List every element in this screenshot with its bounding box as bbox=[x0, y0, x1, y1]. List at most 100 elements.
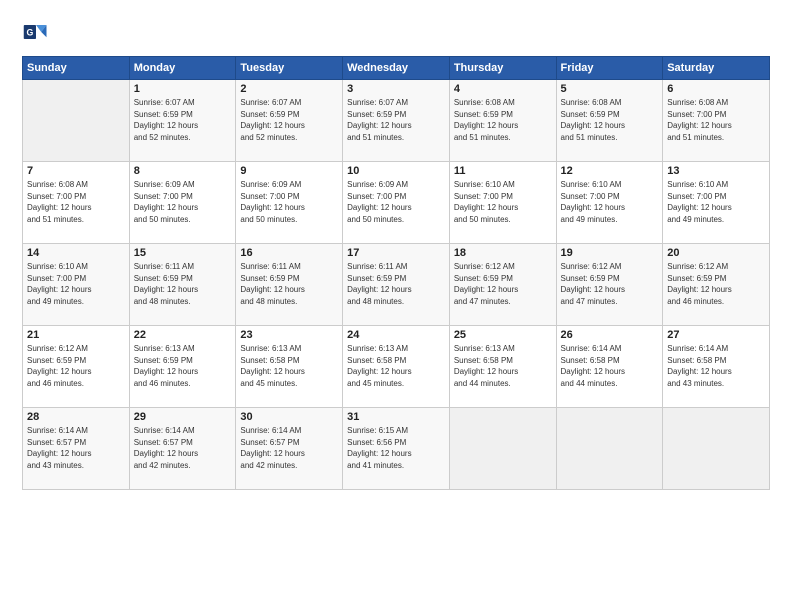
day-info: Sunrise: 6:13 AMSunset: 6:58 PMDaylight:… bbox=[454, 343, 552, 389]
day-number: 7 bbox=[27, 165, 125, 177]
day-number: 28 bbox=[27, 411, 125, 423]
weekday-header-thursday: Thursday bbox=[449, 57, 556, 80]
day-info: Sunrise: 6:11 AMSunset: 6:59 PMDaylight:… bbox=[240, 261, 338, 307]
calendar-cell: 12 Sunrise: 6:10 AMSunset: 7:00 PMDayligh… bbox=[556, 162, 663, 244]
day-number: 17 bbox=[347, 247, 445, 259]
calendar-cell: 14 Sunrise: 6:10 AMSunset: 7:00 PMDayligh… bbox=[23, 244, 130, 326]
day-info: Sunrise: 6:09 AMSunset: 7:00 PMDaylight:… bbox=[134, 179, 232, 225]
calendar-cell: 9 Sunrise: 6:09 AMSunset: 7:00 PMDaylight… bbox=[236, 162, 343, 244]
weekday-header-friday: Friday bbox=[556, 57, 663, 80]
svg-text:G: G bbox=[26, 28, 33, 38]
day-info: Sunrise: 6:10 AMSunset: 7:00 PMDaylight:… bbox=[454, 179, 552, 225]
day-info: Sunrise: 6:08 AMSunset: 6:59 PMDaylight:… bbox=[561, 97, 659, 143]
calendar-cell: 15Sunrise: 6:11 AMSunset: 6:59 PMDayligh… bbox=[129, 244, 236, 326]
day-number: 6 bbox=[667, 83, 765, 95]
calendar-cell bbox=[663, 408, 770, 490]
day-info: Sunrise: 6:09 AMSunset: 7:00 PMDaylight:… bbox=[347, 179, 445, 225]
day-info: Sunrise: 6:13 AMSunset: 6:58 PMDaylight:… bbox=[347, 343, 445, 389]
day-number: 22 bbox=[134, 329, 232, 341]
day-number: 30 bbox=[240, 411, 338, 423]
day-number: 24 bbox=[347, 329, 445, 341]
day-info: Sunrise: 6:14 AMSunset: 6:57 PMDaylight:… bbox=[27, 425, 125, 471]
week-row-3: 14 Sunrise: 6:10 AMSunset: 7:00 PMDayligh… bbox=[23, 244, 770, 326]
day-info: Sunrise: 6:14 AMSunset: 6:58 PMDaylight:… bbox=[561, 343, 659, 389]
day-number: 9 bbox=[240, 165, 338, 177]
calendar-cell: 22 Sunrise: 6:13 AMSunset: 6:59 PMDayligh… bbox=[129, 326, 236, 408]
header: G bbox=[22, 18, 770, 46]
day-number: 25 bbox=[454, 329, 552, 341]
day-number: 13 bbox=[667, 165, 765, 177]
day-number: 29 bbox=[134, 411, 232, 423]
calendar-cell: 31 Sunrise: 6:15 AMSunset: 6:56 PMDayligh… bbox=[343, 408, 450, 490]
day-info: Sunrise: 6:08 AMSunset: 7:00 PMDaylight:… bbox=[667, 97, 765, 143]
calendar-cell: 16 Sunrise: 6:11 AMSunset: 6:59 PMDayligh… bbox=[236, 244, 343, 326]
day-number: 11 bbox=[454, 165, 552, 177]
day-number: 20 bbox=[667, 247, 765, 259]
calendar-cell: 27 Sunrise: 6:14 AMSunset: 6:58 PMDayligh… bbox=[663, 326, 770, 408]
day-info: Sunrise: 6:09 AMSunset: 7:00 PMDaylight:… bbox=[240, 179, 338, 225]
calendar-cell: 17 Sunrise: 6:11 AMSunset: 6:59 PMDayligh… bbox=[343, 244, 450, 326]
day-info: Sunrise: 6:11 AMSunset: 6:59 PMDaylight:… bbox=[134, 261, 232, 307]
weekday-header-wednesday: Wednesday bbox=[343, 57, 450, 80]
day-number: 14 bbox=[27, 247, 125, 259]
calendar-cell: 5 Sunrise: 6:08 AMSunset: 6:59 PMDaylight… bbox=[556, 80, 663, 162]
calendar-cell bbox=[556, 408, 663, 490]
day-info: Sunrise: 6:07 AMSunset: 6:59 PMDaylight:… bbox=[240, 97, 338, 143]
calendar-cell: 2 Sunrise: 6:07 AMSunset: 6:59 PMDaylight… bbox=[236, 80, 343, 162]
day-number: 16 bbox=[240, 247, 338, 259]
weekday-header-monday: Monday bbox=[129, 57, 236, 80]
logo: G bbox=[22, 18, 52, 46]
day-info: Sunrise: 6:10 AMSunset: 7:00 PMDaylight:… bbox=[667, 179, 765, 225]
day-number: 3 bbox=[347, 83, 445, 95]
day-info: Sunrise: 6:14 AMSunset: 6:57 PMDaylight:… bbox=[240, 425, 338, 471]
day-info: Sunrise: 6:12 AMSunset: 6:59 PMDaylight:… bbox=[667, 261, 765, 307]
week-row-4: 21Sunrise: 6:12 AMSunset: 6:59 PMDayligh… bbox=[23, 326, 770, 408]
day-number: 8 bbox=[134, 165, 232, 177]
calendar-cell: 26Sunrise: 6:14 AMSunset: 6:58 PMDayligh… bbox=[556, 326, 663, 408]
day-number: 31 bbox=[347, 411, 445, 423]
day-number: 18 bbox=[454, 247, 552, 259]
day-info: Sunrise: 6:10 AMSunset: 7:00 PMDaylight:… bbox=[561, 179, 659, 225]
calendar-cell: 28 Sunrise: 6:14 AMSunset: 6:57 PMDayligh… bbox=[23, 408, 130, 490]
calendar-cell: 10 Sunrise: 6:09 AMSunset: 7:00 PMDayligh… bbox=[343, 162, 450, 244]
day-info: Sunrise: 6:15 AMSunset: 6:56 PMDaylight:… bbox=[347, 425, 445, 471]
calendar-cell: 4Sunrise: 6:08 AMSunset: 6:59 PMDaylight… bbox=[449, 80, 556, 162]
day-info: Sunrise: 6:13 AMSunset: 6:58 PMDaylight:… bbox=[240, 343, 338, 389]
logo-icon: G bbox=[22, 18, 50, 46]
calendar-cell bbox=[449, 408, 556, 490]
day-info: Sunrise: 6:07 AMSunset: 6:59 PMDaylight:… bbox=[134, 97, 232, 143]
day-number: 27 bbox=[667, 329, 765, 341]
calendar-cell: 7 Sunrise: 6:08 AMSunset: 7:00 PMDaylight… bbox=[23, 162, 130, 244]
calendar-cell: 13 Sunrise: 6:10 AMSunset: 7:00 PMDayligh… bbox=[663, 162, 770, 244]
day-info: Sunrise: 6:14 AMSunset: 6:57 PMDaylight:… bbox=[134, 425, 232, 471]
day-info: Sunrise: 6:08 AMSunset: 7:00 PMDaylight:… bbox=[27, 179, 125, 225]
day-info: Sunrise: 6:12 AMSunset: 6:59 PMDaylight:… bbox=[454, 261, 552, 307]
weekday-header-sunday: Sunday bbox=[23, 57, 130, 80]
calendar-cell: 20 Sunrise: 6:12 AMSunset: 6:59 PMDayligh… bbox=[663, 244, 770, 326]
calendar-cell: 21Sunrise: 6:12 AMSunset: 6:59 PMDayligh… bbox=[23, 326, 130, 408]
calendar-cell bbox=[23, 80, 130, 162]
calendar-cell: 23Sunrise: 6:13 AMSunset: 6:58 PMDayligh… bbox=[236, 326, 343, 408]
day-info: Sunrise: 6:10 AMSunset: 7:00 PMDaylight:… bbox=[27, 261, 125, 307]
calendar-cell: 19Sunrise: 6:12 AMSunset: 6:59 PMDayligh… bbox=[556, 244, 663, 326]
calendar-cell: 8 Sunrise: 6:09 AMSunset: 7:00 PMDaylight… bbox=[129, 162, 236, 244]
day-info: Sunrise: 6:07 AMSunset: 6:59 PMDaylight:… bbox=[347, 97, 445, 143]
calendar-cell: 1Sunrise: 6:07 AMSunset: 6:59 PMDaylight… bbox=[129, 80, 236, 162]
calendar-cell: 18 Sunrise: 6:12 AMSunset: 6:59 PMDayligh… bbox=[449, 244, 556, 326]
weekday-header-tuesday: Tuesday bbox=[236, 57, 343, 80]
day-number: 12 bbox=[561, 165, 659, 177]
day-info: Sunrise: 6:14 AMSunset: 6:58 PMDaylight:… bbox=[667, 343, 765, 389]
week-row-5: 28 Sunrise: 6:14 AMSunset: 6:57 PMDayligh… bbox=[23, 408, 770, 490]
day-info: Sunrise: 6:13 AMSunset: 6:59 PMDaylight:… bbox=[134, 343, 232, 389]
day-number: 2 bbox=[240, 83, 338, 95]
calendar: SundayMondayTuesdayWednesdayThursdayFrid… bbox=[22, 56, 770, 490]
calendar-cell: 6 Sunrise: 6:08 AMSunset: 7:00 PMDaylight… bbox=[663, 80, 770, 162]
calendar-cell: 24 Sunrise: 6:13 AMSunset: 6:58 PMDayligh… bbox=[343, 326, 450, 408]
calendar-cell: 29 Sunrise: 6:14 AMSunset: 6:57 PMDayligh… bbox=[129, 408, 236, 490]
week-row-2: 7 Sunrise: 6:08 AMSunset: 7:00 PMDaylight… bbox=[23, 162, 770, 244]
day-number: 10 bbox=[347, 165, 445, 177]
day-info: Sunrise: 6:11 AMSunset: 6:59 PMDaylight:… bbox=[347, 261, 445, 307]
day-number: 5 bbox=[561, 83, 659, 95]
page: G SundayMondayTuesdayWednesdayThursdayFr… bbox=[0, 0, 792, 612]
weekday-header-row: SundayMondayTuesdayWednesdayThursdayFrid… bbox=[23, 57, 770, 80]
